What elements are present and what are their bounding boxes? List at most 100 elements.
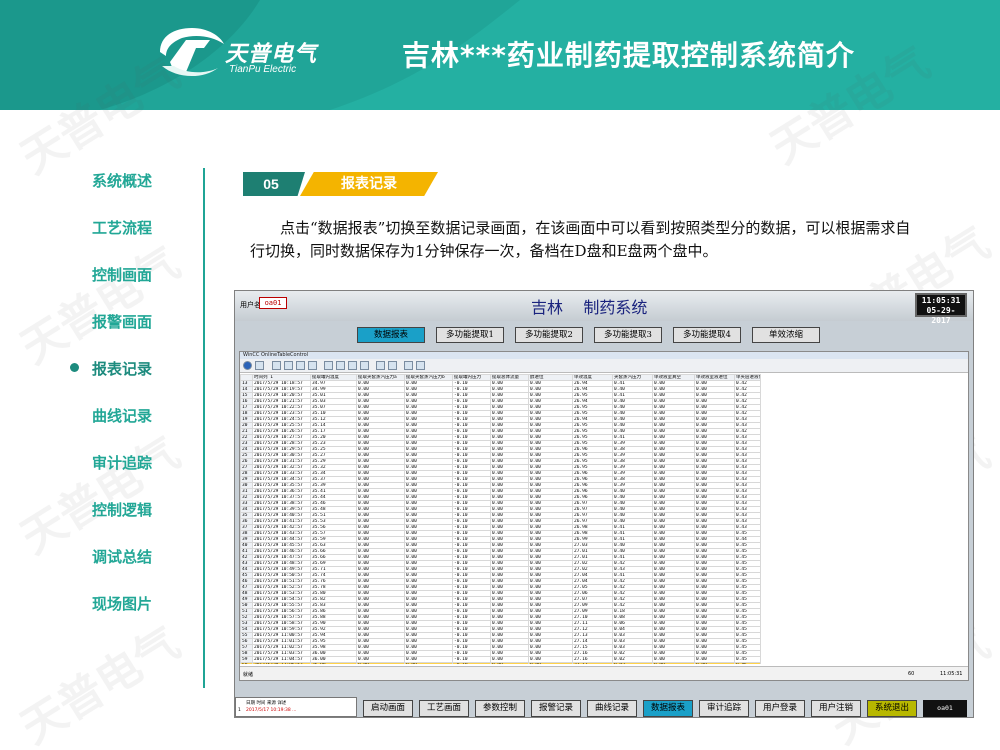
clock-display: 11:05:31 05-29-2017 <box>915 293 967 325</box>
alarm-line[interactable]: 日期 时间 来源 详述 1 2017/5/17 10:19:38 ... <box>235 697 357 717</box>
nav-trend-log-button[interactable]: 曲线记录 <box>587 700 637 717</box>
table-cell: 2017/5/29 10:33:57 <box>252 470 311 477</box>
run-icon[interactable] <box>416 361 425 370</box>
nav-item-trend[interactable]: 曲线记录 <box>92 405 152 426</box>
alarm-header: 日期 时间 来源 详述 <box>246 701 287 706</box>
menu-concentrate-button[interactable]: 单效浓缩 <box>752 327 820 343</box>
stop-icon[interactable] <box>404 361 413 370</box>
table-cell: 2017/5/29 10:52:57 <box>252 584 311 591</box>
table-cell: 0.00 <box>404 662 453 664</box>
nav-item-summary[interactable]: 调试总结 <box>92 546 152 567</box>
table-cell: 2017/5/29 10:35:57 <box>252 482 311 489</box>
nav-start-screen-button[interactable]: 启动画面 <box>363 700 413 717</box>
menu-data-report-button[interactable]: 数据报表 <box>357 327 425 343</box>
menu-extract4-button[interactable]: 多功能提取4 <box>673 327 741 343</box>
table-cell: 2017/5/29 10:23:57 <box>252 410 311 417</box>
timebase-icon[interactable] <box>348 361 357 370</box>
nav-exit-button[interactable]: 系统退出 <box>867 700 917 717</box>
table-cell: 0.00 <box>528 662 573 664</box>
table-cell: 2017/5/29 10:54:57 <box>252 596 311 603</box>
column-header[interactable]: 单夹层进液位 <box>734 374 761 381</box>
table-cell: 0.00 <box>356 662 405 664</box>
first-icon[interactable] <box>272 361 281 370</box>
table-cell: 27.17 <box>572 662 613 664</box>
table-cell: 2017/5/29 11:04:57 <box>252 656 311 663</box>
print-icon[interactable] <box>376 361 385 370</box>
table-cell: 2017/5/29 10:34:57 <box>252 476 311 483</box>
table-cell: 2017/5/29 10:43:57 <box>252 530 311 537</box>
status-time: 11:05:31 <box>940 671 963 677</box>
clock-time: 11:05:31 <box>921 296 961 305</box>
nav-data-report-button[interactable]: 数据报表 <box>643 700 693 717</box>
nav-logout-button[interactable]: 用户注销 <box>811 700 861 717</box>
menu-extract1-button[interactable]: 多功能提取1 <box>436 327 504 343</box>
prev-icon[interactable] <box>284 361 293 370</box>
menu-extract3-button[interactable]: 多功能提取3 <box>594 327 662 343</box>
menu-extract2-button[interactable]: 多功能提取2 <box>515 327 583 343</box>
watermark: 天普电气 <box>12 617 189 750</box>
page-title: 吉林***药业制药提取控制系统简介 <box>402 39 855 72</box>
nav-alarm-log-button[interactable]: 报警记录 <box>531 700 581 717</box>
table-cell: 2017/5/29 10:47:57 <box>252 554 311 561</box>
row-number: 60 <box>240 662 253 664</box>
table-cell: 2017/5/29 10:36:57 <box>252 488 311 495</box>
table-cell: 2017/5/29 10:24:57 <box>252 416 311 423</box>
user-label: 用户名 <box>240 301 261 309</box>
select-icon[interactable] <box>360 361 369 370</box>
table-cell: 2017/5/29 10:49:57 <box>252 566 311 573</box>
table-cell: 2017/5/29 10:29:57 <box>252 446 311 453</box>
report-table: 时间列 1 提取罐内温度 提取夹套蒸汽压力a 提取夹套蒸汽压力b 提取罐内压力 提取总体流… <box>240 374 761 664</box>
status-ready: 就绪 <box>243 672 254 678</box>
nav-process-screen-button[interactable]: 工艺画面 <box>419 700 469 717</box>
scada-screenshot: 用户名 oa01 吉林 制药系统 11:05:31 05-29-2017 数据报… <box>234 290 974 718</box>
last-icon[interactable] <box>308 361 317 370</box>
table-cell: 2017/5/29 10:28:57 <box>252 440 311 447</box>
table-cell: 2017/5/29 10:50:57 <box>252 572 311 579</box>
config-icon[interactable] <box>255 361 264 370</box>
table-cell: 2017/5/29 10:41:57 <box>252 518 311 525</box>
nav-item-overview[interactable]: 系统概述 <box>92 170 152 191</box>
table-row[interactable]: 602017/5/29 11:05:5736.000.000.00-0.100.… <box>240 662 761 664</box>
nav-audit-trail-button[interactable]: 审计追踪 <box>699 700 749 717</box>
table-toolbar <box>240 359 968 373</box>
nav-item-process[interactable]: 工艺流程 <box>92 217 152 238</box>
table-cell: 2017/5/29 10:57:57 <box>252 614 311 621</box>
table-cell: 2017/5/29 11:05:57 <box>252 662 311 664</box>
export-icon[interactable] <box>388 361 397 370</box>
section-number: 05 <box>243 172 305 196</box>
table-cell: 2017/5/29 10:22:57 <box>252 404 311 411</box>
operator-display: oa01 <box>923 700 967 717</box>
table-cell: 2017/5/29 10:45:57 <box>252 542 311 549</box>
user-field[interactable]: oa01 <box>259 297 287 309</box>
nav-item-logic[interactable]: 控制逻辑 <box>92 499 152 520</box>
table-cell: 2017/5/29 10:42:57 <box>252 524 311 531</box>
table-cell: 2017/5/29 10:18:57 <box>252 380 311 387</box>
table-icon[interactable] <box>336 361 345 370</box>
nav-param-control-button[interactable]: 参数控制 <box>475 700 525 717</box>
table-cell: 2017/5/29 10:51:57 <box>252 578 311 585</box>
data-grid[interactable]: 时间列 1 提取罐内温度 提取夹套蒸汽压力a 提取夹套蒸汽压力b 提取罐内压力 提取总体流… <box>240 374 968 664</box>
nav-item-audit[interactable]: 审计追踪 <box>92 452 152 473</box>
table-cell: 2017/5/29 10:59:57 <box>252 626 311 633</box>
next-icon[interactable] <box>296 361 305 370</box>
table-statusbar: 就绪 60 11:05:31 <box>240 666 968 680</box>
nav-divider <box>203 168 205 688</box>
nav-item-control[interactable]: 控制画面 <box>92 264 152 285</box>
nav-login-button[interactable]: 用户登录 <box>755 700 805 717</box>
table-cell: 2017/5/29 10:25:57 <box>252 422 311 429</box>
nav-item-photos[interactable]: 现场图片 <box>92 593 152 614</box>
table-cell: 2017/5/29 10:32:57 <box>252 464 311 471</box>
section-title: 报表记录 <box>300 172 438 196</box>
nav-item-alarm[interactable]: 报警画面 <box>92 311 152 332</box>
table-cell: 36.00 <box>310 662 357 664</box>
table-cell: 2017/5/29 10:37:57 <box>252 494 311 501</box>
help-icon[interactable] <box>243 361 252 370</box>
control-title: WinCC OnlineTableControl <box>240 352 968 359</box>
scada-bottom-bar: 日期 时间 来源 详述 1 2017/5/17 10:19:38 ... 启动画… <box>235 693 973 717</box>
nav-item-report[interactable]: 报表记录 <box>92 358 152 379</box>
edit-icon[interactable] <box>324 361 333 370</box>
scada-top-bar: 用户名 oa01 吉林 制药系统 11:05:31 05-29-2017 <box>235 291 973 325</box>
description-paragraph: 点击“数据报表”切换至数据记录画面，在该画面中可以看到按照类型分的数据，可以根据… <box>250 219 911 260</box>
table-cell: 2017/5/29 10:31:57 <box>252 458 311 465</box>
watermark: 天普电气 <box>12 427 189 565</box>
